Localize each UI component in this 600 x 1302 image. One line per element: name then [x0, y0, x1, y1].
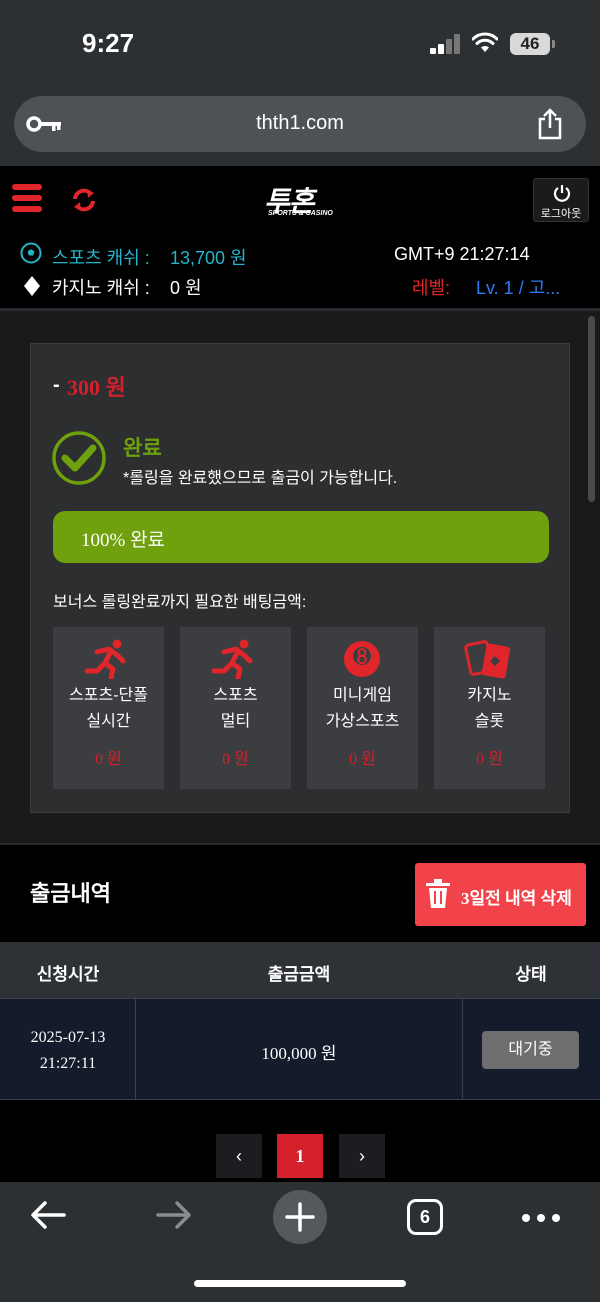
tile-label: 스포츠-단폴 실시간: [69, 687, 148, 730]
tile-sports-multi: 스포츠 멀티 0 원: [180, 627, 291, 789]
sports-cash-value: 13,700 원: [170, 248, 247, 268]
withdraw-amount: 300 원: [67, 375, 126, 400]
back-arrow-icon[interactable]: [30, 1200, 66, 1230]
diamond-icon: [24, 276, 40, 296]
rolling-status-card: - 300 원 완료 *롤링을 완료했으므로 출금이 가능합니다. 100% 완…: [30, 343, 570, 813]
column-header: 출금금액: [267, 965, 331, 984]
runner-icon: [211, 639, 253, 679]
tile-label: 미니게임 가상스포츠: [325, 687, 400, 730]
tile-sports-single: 스포츠-단폴 실시간 0 원: [53, 627, 164, 789]
forward-arrow-icon[interactable]: [156, 1200, 192, 1230]
runner-icon: [84, 639, 126, 679]
playing-cards-icon: [464, 640, 511, 679]
tile-minigame: 미니게임 가상스포츠 0 원: [307, 627, 418, 789]
status-time: 9:27: [82, 28, 135, 58]
refresh-icon[interactable]: [70, 186, 98, 214]
bet-category-tiles: 스포츠-단폴실시간 0 원 스포츠멀티 0 원 미니게임가상스포츠 0 원: [53, 627, 549, 789]
tile-label: 카지노 슬롯: [467, 687, 512, 730]
address-bar[interactable]: thth1.com: [14, 96, 586, 152]
tile-value: 0 원: [349, 751, 376, 768]
tile-value: 0 원: [222, 751, 249, 768]
amount-prefix: -: [53, 374, 60, 396]
share-icon[interactable]: [536, 108, 564, 140]
home-indicator: [194, 1280, 406, 1287]
casino-cash-value: 0 원: [170, 278, 202, 298]
site-header: 투혼 SPORTS & CASINO 로그아웃: [0, 166, 600, 236]
tile-label: 스포츠 멀티: [213, 687, 258, 730]
power-icon: [553, 185, 571, 202]
url-text[interactable]: thth1.com: [14, 112, 586, 135]
more-icon[interactable]: [522, 1214, 562, 1222]
balance-info: 스포츠 캐쉬 : 13,700 원 카지노 캐쉬 : 0 원 GMT+9 21:…: [0, 236, 600, 308]
logo-subtitle: SPORTS & CASINO: [268, 210, 333, 217]
next-page-button[interactable]: ›: [339, 1134, 385, 1178]
soccer-ball-icon: [20, 242, 42, 264]
rolling-progress-bar: 100% 완료: [53, 511, 549, 563]
completion-message: *롤링을 완료했으므로 출금이 가능합니다.: [123, 470, 398, 487]
column-header: 신청시간: [36, 965, 100, 984]
page-button-current[interactable]: 1: [277, 1134, 323, 1178]
completion-title: 완료: [123, 437, 162, 460]
plus-icon: [285, 1202, 315, 1232]
battery-icon: 46: [510, 33, 555, 55]
casino-cash-label: 카지노 캐쉬 :: [52, 278, 150, 298]
tile-value: 0 원: [95, 751, 122, 768]
cellular-signal-icon: [430, 34, 462, 54]
browser-bottom-bar: 6: [0, 1182, 600, 1302]
site-logo[interactable]: 투혼 SPORTS & CASINO: [264, 180, 334, 220]
logout-label: 로그아웃: [540, 208, 582, 220]
browser-toolbar: thth1.com: [0, 92, 600, 166]
delete-old-history-button[interactable]: 3일전 내역 삭제: [415, 863, 586, 926]
column-header: 상태: [515, 965, 547, 984]
level-label: 레벨:: [412, 278, 451, 298]
request-time-cell: 2025-07-13 21:27:11: [30, 1029, 106, 1072]
delete-button-label: 3일전 내역 삭제: [461, 889, 572, 908]
scrollbar[interactable]: [588, 316, 595, 502]
status-badge: 대기중: [482, 1031, 579, 1069]
divider: [0, 843, 600, 845]
trash-icon: [426, 879, 450, 908]
table-row: 2025-07-13 21:27:11 100,000 원 대기중: [0, 998, 600, 1100]
table-header: 신청시간 출금금액 상태: [0, 942, 600, 998]
status-bar: 9:27 46: [0, 0, 600, 92]
prev-page-button[interactable]: ‹: [216, 1134, 262, 1178]
new-tab-button[interactable]: [273, 1190, 327, 1244]
sports-cash-label: 스포츠 캐쉬 :: [52, 248, 150, 268]
level-value: Lv. 1 / 고...: [476, 278, 561, 298]
wifi-icon: [472, 32, 498, 52]
tabs-button[interactable]: 6: [407, 1199, 443, 1235]
history-title: 출금내역: [30, 881, 111, 906]
tile-casino: 카지노 슬롯 0 원: [434, 627, 545, 789]
amount-cell: 100,000 원: [261, 1044, 337, 1063]
needed-bet-label: 보너스 롤링완료까지 필요한 배팅금액:: [53, 594, 307, 611]
server-time: GMT+9 21:27:14: [394, 244, 530, 264]
tile-value: 0 원: [476, 751, 503, 768]
billiard-ball-icon: [344, 641, 380, 677]
cell-divider: [462, 999, 463, 1099]
check-circle-icon: [52, 431, 106, 485]
logout-button[interactable]: 로그아웃: [533, 178, 589, 222]
menu-icon[interactable]: [12, 184, 42, 214]
progress-text: 100% 완료: [81, 530, 166, 551]
